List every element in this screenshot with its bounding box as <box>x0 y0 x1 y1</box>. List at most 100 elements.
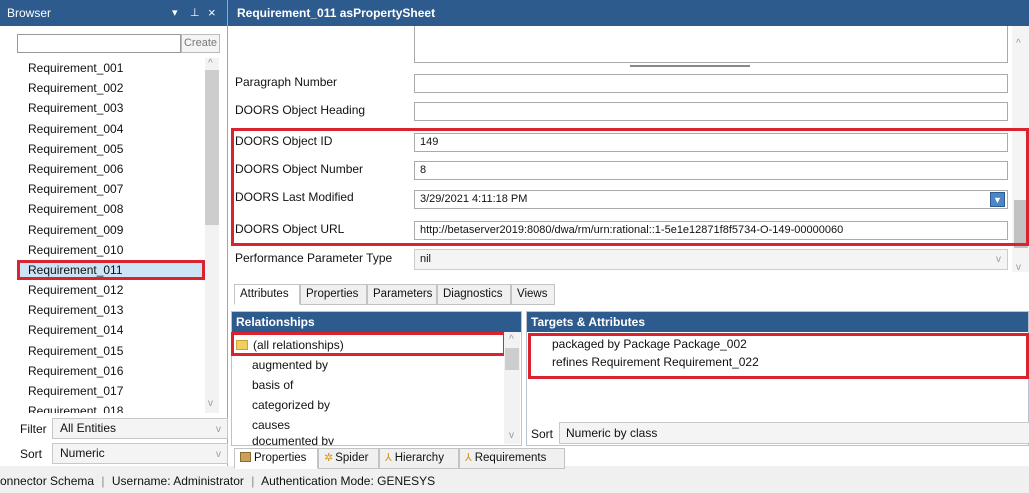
filter-select[interactable]: All Entities v <box>52 418 228 439</box>
properties-icon <box>240 452 251 462</box>
folder-icon <box>236 340 248 350</box>
scroll-down-icon[interactable]: v <box>1016 262 1021 273</box>
sort-row: Sort Numeric v <box>14 443 228 465</box>
tab-diagnostics[interactable]: Diagnostics <box>437 284 511 305</box>
tab-attributes[interactable]: Attributes <box>234 284 300 305</box>
tab-bottom-requirements[interactable]: ⅄ Requirements <box>459 448 565 469</box>
relationship-label: (all relationships) <box>253 338 344 352</box>
chevron-down-icon: v <box>216 449 221 460</box>
list-item[interactable]: Requirement_017 <box>17 381 205 401</box>
targets-sort-label: Sort <box>531 427 554 441</box>
list-item[interactable]: Requirement_010 <box>17 240 205 260</box>
list-item[interactable]: Requirement_007 <box>17 179 205 199</box>
filter-row: Filter All Entities v <box>14 418 228 440</box>
requirements-icon: ⅄ <box>465 452 472 464</box>
tab-bottom-spider[interactable]: ✲ Spider <box>318 448 379 469</box>
sort-value: Numeric <box>60 446 105 460</box>
scroll-up-icon[interactable]: ^ <box>208 58 213 69</box>
status-divider: | <box>101 474 105 488</box>
tab-views[interactable]: Views <box>511 284 555 305</box>
list-item[interactable]: Requirement_016 <box>17 361 205 381</box>
list-item[interactable]: Requirement_018 <box>17 401 205 413</box>
status-auth: Authentication Mode: GENESYS <box>261 474 436 488</box>
list-item[interactable]: Requirement_002 <box>17 78 205 98</box>
target-item[interactable]: refines Requirement Requirement_022 <box>552 355 759 369</box>
list-item[interactable]: Requirement_015 <box>17 341 205 361</box>
relationship-item[interactable]: causes <box>252 418 290 432</box>
last-modified-value: 3/29/2021 4:11:18 PM <box>420 193 528 205</box>
relationship-item-all[interactable]: (all relationships) <box>236 338 344 352</box>
sheet-tabbar: Attributes Properties Parameters Diagnos… <box>234 284 564 306</box>
scroll-up-icon[interactable]: ^ <box>1016 38 1021 49</box>
list-item[interactable]: Requirement_013 <box>17 300 205 320</box>
status-username: Username: Administrator <box>111 474 244 488</box>
list-item-selected[interactable]: Requirement_011 <box>17 259 205 281</box>
status-divider: | <box>251 474 255 488</box>
last-modified-field[interactable]: 3/29/2021 4:11:18 PM ▼ <box>414 190 1008 209</box>
relationships-title: Relationships <box>232 312 521 332</box>
prop-label-object-id: DOORS Object ID <box>235 134 333 148</box>
prop-label-object-number: DOORS Object Number <box>235 162 364 176</box>
tab-bottom-hierarchy[interactable]: ⅄ Hierarchy <box>379 448 459 469</box>
object-heading-field[interactable] <box>414 102 1008 121</box>
pin-icon[interactable]: ⊥ <box>190 0 200 26</box>
status-bar: onnector Schema | Username: Administrato… <box>0 471 1029 493</box>
relationships-scroll-thumb[interactable] <box>505 348 519 370</box>
list-item[interactable]: Requirement_009 <box>17 220 205 240</box>
relationship-item[interactable]: categorized by <box>252 398 330 412</box>
tab-bottom-properties[interactable]: Properties <box>234 448 318 469</box>
resize-handle[interactable] <box>630 65 750 67</box>
list-item[interactable]: Requirement_004 <box>17 119 205 139</box>
scroll-up-icon[interactable]: ^ <box>509 334 514 345</box>
scroll-down-icon[interactable]: v <box>509 430 514 441</box>
browser-header: Browser ▾ ⊥ × <box>0 0 227 26</box>
targets-sort-select[interactable]: Numeric by class <box>559 422 1029 444</box>
create-button[interactable]: Create <box>181 34 220 53</box>
list-item[interactable]: Requirement_008 <box>17 199 205 219</box>
text-area-field[interactable] <box>414 26 1008 63</box>
targets-sort-row: Sort Numeric by class <box>528 422 1029 444</box>
hierarchy-icon: ⅄ <box>385 452 392 464</box>
performance-parameter-type-value: nil <box>420 253 432 265</box>
relationship-item[interactable]: augmented by <box>252 358 328 372</box>
status-schema: onnector Schema <box>0 474 95 488</box>
sort-label: Sort <box>20 447 43 461</box>
scroll-down-icon[interactable]: v <box>208 398 213 409</box>
tab-parameters[interactable]: Parameters <box>367 284 437 305</box>
close-icon[interactable]: × <box>208 0 216 26</box>
list-item[interactable]: Requirement_014 <box>17 320 205 340</box>
relationship-item[interactable]: documented by <box>252 434 334 445</box>
list-item[interactable]: Requirement_003 <box>17 98 205 118</box>
calendar-dropdown-icon[interactable]: ▼ <box>990 192 1005 207</box>
requirement-list[interactable]: Requirement_001 Requirement_002 Requirem… <box>17 58 205 413</box>
tab-label: Requirements <box>474 452 547 464</box>
list-item[interactable]: Requirement_012 <box>17 280 205 300</box>
prop-label-object-url: DOORS Object URL <box>235 222 345 236</box>
object-id-field[interactable]: 149 <box>414 133 1008 152</box>
relationship-item[interactable]: basis of <box>252 378 293 392</box>
sort-select[interactable]: Numeric v <box>52 443 228 464</box>
tab-label: Hierarchy <box>394 452 444 464</box>
list-scroll-thumb[interactable] <box>205 70 219 225</box>
chevron-down-icon: v <box>996 254 1001 265</box>
tab-properties[interactable]: Properties <box>300 284 367 305</box>
targets-sort-value: Numeric by class <box>566 426 658 440</box>
prop-label-paragraph-number: Paragraph Number <box>235 75 338 89</box>
browser-search-input[interactable] <box>17 34 181 53</box>
browser-title: Browser <box>7 6 52 20</box>
target-item[interactable]: packaged by Package Package_002 <box>552 337 747 351</box>
bottom-tabbar: Properties ✲ Spider ⅄ Hierarchy ⅄ Requireme… <box>234 448 566 470</box>
tab-label: Spider <box>335 452 369 464</box>
paragraph-number-field[interactable] <box>414 74 1008 93</box>
list-item[interactable]: Requirement_005 <box>17 139 205 159</box>
object-number-field[interactable]: 8 <box>414 161 1008 180</box>
dropdown-icon[interactable]: ▾ <box>172 0 178 26</box>
list-item[interactable]: Requirement_006 <box>17 159 205 179</box>
filter-value: All Entities <box>60 421 117 435</box>
filter-label: Filter <box>20 422 47 436</box>
object-url-field[interactable]: http://betaserver2019:8080/dwa/rm/urn:ra… <box>414 221 1008 240</box>
list-item[interactable]: Requirement_001 <box>17 58 205 78</box>
targets-title: Targets & Attributes <box>527 312 1028 332</box>
prop-label-object-heading: DOORS Object Heading <box>235 103 366 117</box>
performance-parameter-type-select[interactable]: nil v <box>414 249 1008 270</box>
